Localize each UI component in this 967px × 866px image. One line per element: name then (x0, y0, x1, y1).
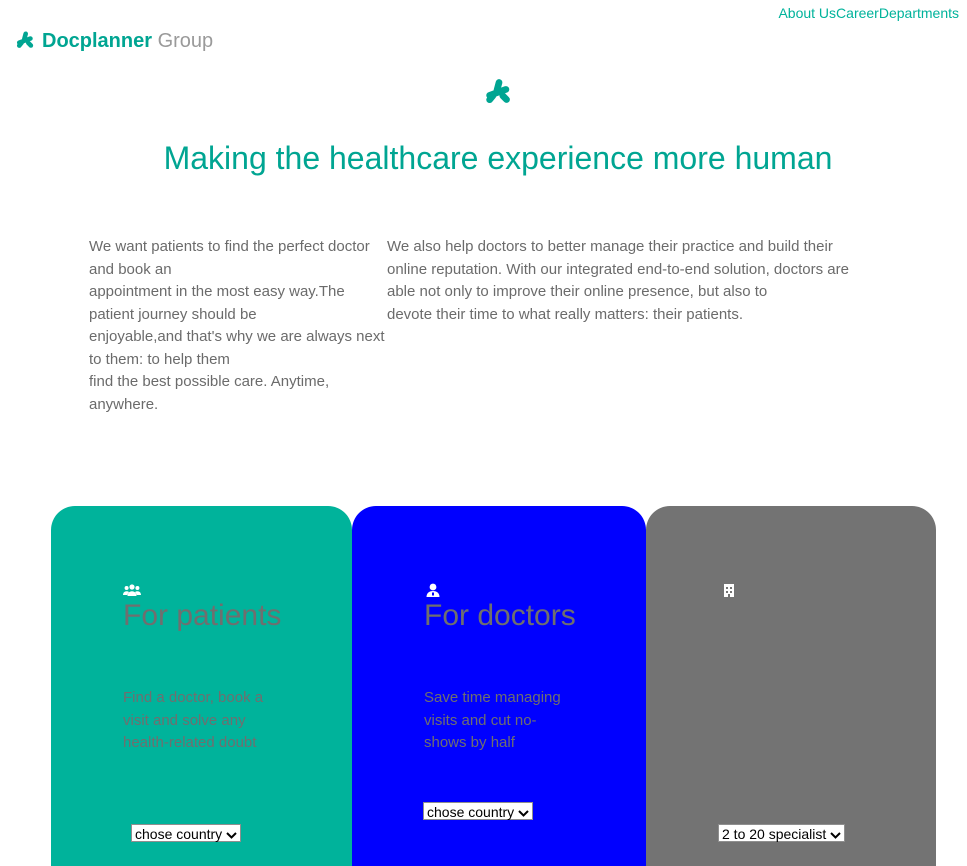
nav-career[interactable]: Career (836, 5, 879, 21)
logo-text: Docplanner Group (42, 28, 213, 54)
nav-departments[interactable]: Departments (879, 5, 959, 21)
top-navigation: About UsCareerDepartments (778, 5, 959, 21)
patients-card: For patients Find a doctor, book a visit… (51, 506, 352, 866)
select-value: chose country (135, 826, 223, 842)
card-description: Save time managing visits and cut no-sho… (424, 689, 561, 751)
site-logo[interactable]: Docplanner Group (14, 28, 213, 54)
card-description: Find a doctor, book a visit and solve an… (123, 689, 264, 751)
chevron-down-icon (518, 810, 529, 817)
users-icon (123, 584, 141, 596)
page-headline: Making the healthcare experience more hu… (163, 140, 833, 176)
specialist-count-select[interactable]: 2 to 20 specialist (718, 824, 846, 842)
doctor-icon (426, 583, 440, 597)
doctors-card: For doctors Save time managing visits an… (352, 506, 646, 866)
clinics-card: 2 to 20 specialist (646, 506, 936, 866)
chevron-down-icon (226, 832, 237, 839)
logo-group-text: Group (157, 30, 214, 52)
intro-patients-paragraph: We want patients to find the perfect doc… (89, 238, 385, 413)
card-title: For patients (123, 599, 282, 632)
country-select[interactable]: chose country (131, 824, 242, 842)
select-value: chose country (427, 804, 515, 820)
card-title: For doctors (424, 599, 576, 632)
logo-brand-text: Docplanner (42, 30, 153, 52)
nav-about-us[interactable]: About Us (778, 5, 836, 21)
docplanner-mark-icon (486, 79, 510, 104)
country-select[interactable]: chose country (423, 802, 534, 820)
intro-doctors-paragraph: We also help doctors to better manage th… (387, 238, 849, 323)
docplanner-mark-icon (16, 31, 34, 48)
hospital-icon (724, 584, 734, 597)
chevron-down-icon (830, 832, 842, 839)
select-value: 2 to 20 specialist (722, 826, 827, 842)
